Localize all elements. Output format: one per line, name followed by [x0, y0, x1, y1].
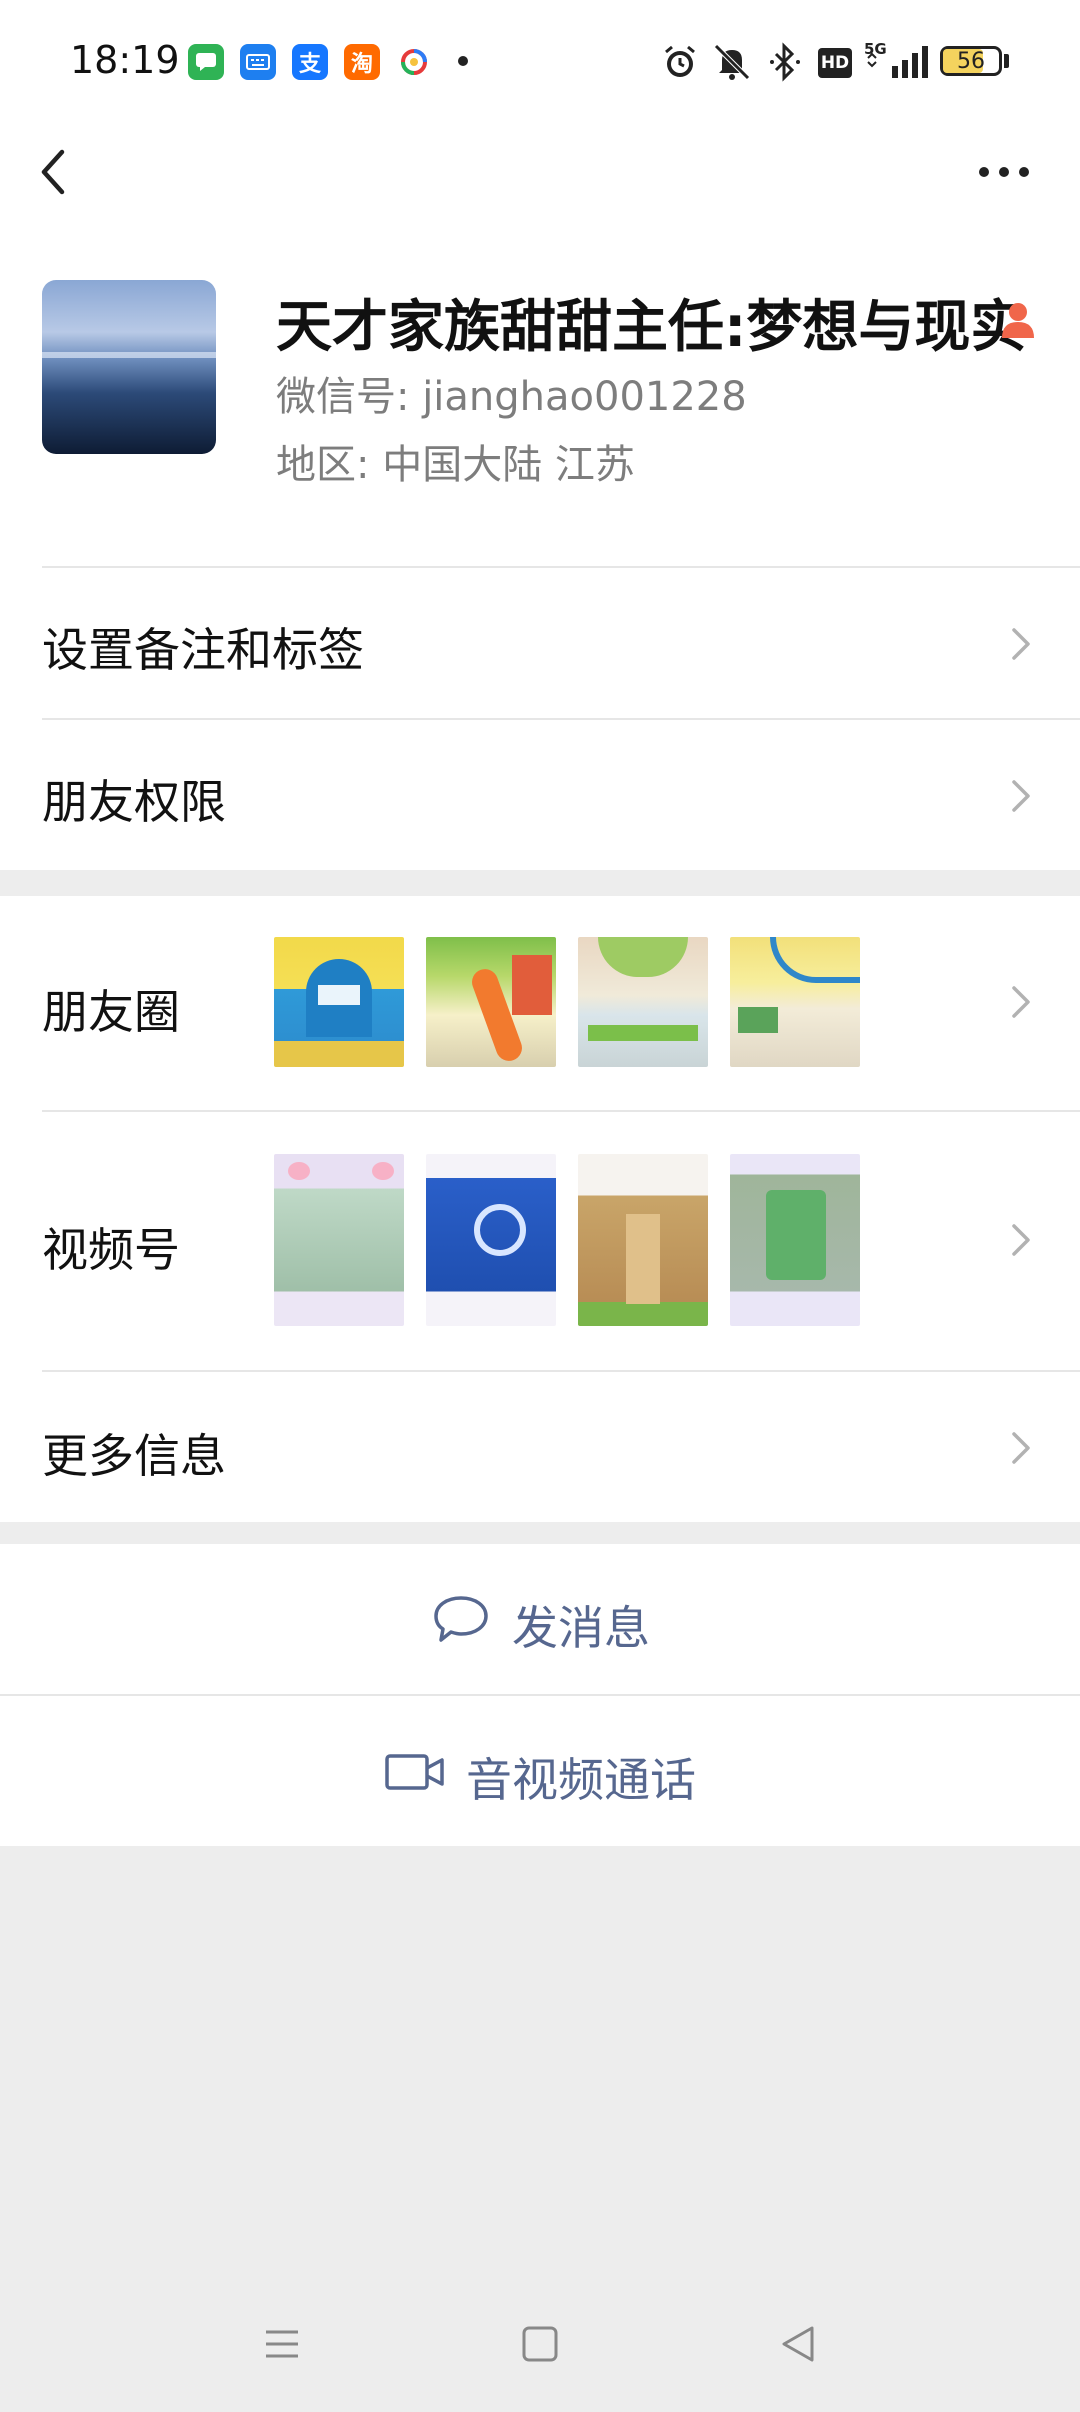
menu-nav-button[interactable] [262, 2324, 302, 2364]
channels-label: 视频号 [42, 1223, 180, 1277]
section-gap [0, 1522, 1080, 1544]
section-gap [0, 870, 1080, 896]
moments-photo[interactable] [730, 937, 860, 1067]
chevron-right-icon [1008, 622, 1034, 666]
avatar[interactable] [42, 280, 216, 454]
status-time: 18:19 [70, 38, 180, 82]
channels-video[interactable] [578, 1154, 708, 1326]
hd-icon: HD [818, 48, 852, 78]
back-triangle-icon [782, 2326, 814, 2362]
send-message-label: 发消息 [512, 1601, 650, 1655]
person-icon [1000, 300, 1036, 340]
moments-photo[interactable] [578, 937, 708, 1067]
hamburger-icon [266, 2330, 298, 2358]
battery-percent: 56 [957, 48, 985, 74]
moments-photo[interactable] [426, 937, 556, 1067]
nav-bar [0, 120, 1080, 230]
chat-bubble-icon [432, 1592, 490, 1646]
region: 地区: 中国大陆 江苏 [276, 442, 635, 488]
home-square-icon [522, 2326, 558, 2362]
more-dots-icon [979, 167, 1029, 177]
notification-dot [458, 56, 468, 66]
moments-photo[interactable] [274, 937, 404, 1067]
back-button[interactable] [30, 142, 80, 202]
mute-icon [710, 42, 754, 82]
moments-label: 朋友圈 [42, 985, 180, 1039]
av-call-label: 音视频通话 [466, 1753, 696, 1807]
channels-video[interactable] [274, 1154, 404, 1326]
wechat-id: 微信号: jianghao001228 [276, 374, 747, 420]
chevron-right-icon [1008, 1426, 1034, 1470]
more-options-button[interactable] [974, 152, 1034, 192]
back-arrow-icon [41, 149, 65, 195]
more-info-label: 更多信息 [42, 1429, 226, 1483]
profile-name: 天才家族甜甜主任:梦想与现实 [276, 295, 1027, 360]
remark-tags-label: 设置备注和标签 [42, 623, 364, 677]
taobao-app-icon: 淘 [344, 44, 380, 80]
browser-app-icon [396, 44, 432, 80]
messages-app-icon [188, 44, 224, 80]
channels-video[interactable] [730, 1154, 860, 1326]
chevron-right-icon [1008, 980, 1034, 1024]
alarm-icon [660, 42, 700, 82]
back-nav-button[interactable] [778, 2324, 818, 2364]
home-nav-button[interactable] [520, 2324, 560, 2364]
keyboard-app-icon [240, 44, 276, 80]
bluetooth-icon [768, 42, 802, 82]
alipay-app-icon: 支 [292, 44, 328, 80]
video-camera-icon [384, 1748, 446, 1796]
friend-permissions-label: 朋友权限 [42, 775, 226, 829]
battery-tip [1004, 54, 1009, 68]
channels-video[interactable] [426, 1154, 556, 1326]
chevron-right-icon [1008, 774, 1034, 818]
signal-icon [866, 44, 930, 80]
chevron-right-icon [1008, 1218, 1034, 1262]
